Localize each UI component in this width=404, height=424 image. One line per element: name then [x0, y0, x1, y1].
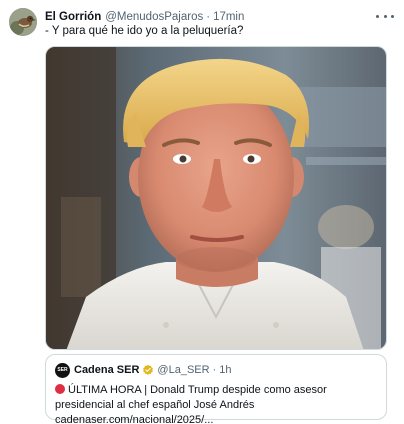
tweet[interactable]: El Gorrión @MenudosPajaros · 17min - Y p…: [0, 0, 404, 424]
quoted-separator-dot: ·: [212, 364, 217, 376]
quoted-tweet-text: ÚLTIMA HORA | Donald Trump despide como …: [55, 384, 327, 424]
more-options-icon[interactable]: [376, 9, 394, 23]
quoted-tweet-time[interactable]: 1h: [219, 364, 231, 376]
quoted-author-handle[interactable]: @La_SER: [157, 364, 209, 376]
quoted-tweet-text-container: ÚLTIMA HORA | Donald Trump despide como …: [55, 383, 377, 424]
red-circle-icon: [55, 384, 65, 394]
quoted-tweet[interactable]: SER Cadena SER @La_SER · 1h ÚLTIMA HORA …: [45, 354, 387, 424]
tweet-time[interactable]: 17min: [213, 11, 244, 23]
tweet-image[interactable]: [45, 46, 387, 350]
tweet-text: - Y para qué he ido yo a la peluquería?: [45, 25, 244, 37]
verified-badge-icon: [143, 364, 154, 375]
quoted-avatar[interactable]: SER: [55, 362, 70, 378]
tweet-header: El Gorrión @MenudosPajaros · 17min: [45, 9, 396, 25]
separator-dot: ·: [206, 11, 211, 23]
avatar[interactable]: [9, 8, 37, 36]
quoted-author-name[interactable]: Cadena SER: [74, 364, 139, 376]
bird-avatar-icon: [9, 8, 37, 36]
chef-portrait-image: [46, 47, 386, 349]
author-handle[interactable]: @MenudosPajaros: [105, 11, 203, 23]
author-name[interactable]: El Gorrión: [45, 11, 101, 23]
quoted-tweet-header: SER Cadena SER @La_SER · 1h: [55, 362, 377, 378]
